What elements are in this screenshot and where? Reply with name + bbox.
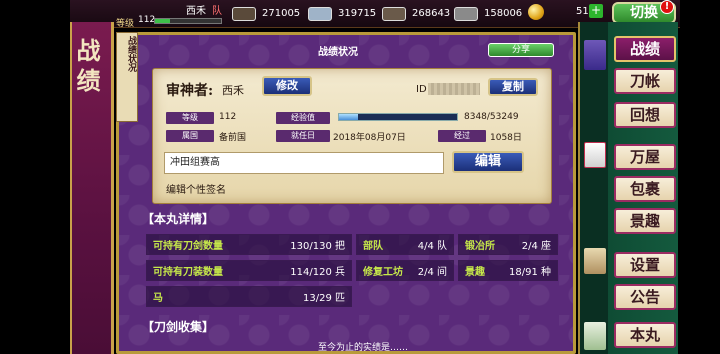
add-coin-button[interactable]: + [589,4,603,18]
exp-field-label: 经验值 [276,112,330,124]
resource-value: 271005 [262,8,301,19]
stat-label: 可持有刀剑数量 [153,241,223,252]
signature-hint: 编辑个性签名 [166,185,226,196]
stat-label: 马 [153,293,163,304]
coin-icon [528,4,544,20]
appointed-field-value: 2018年08月07日 [333,133,406,143]
signature-field[interactable]: 冲田组赛高 [164,152,444,174]
id-value-masked [428,83,480,95]
stat-label: 部队 [363,241,383,252]
alert-badge[interactable]: ! [660,0,674,14]
share-button[interactable]: 分享 [488,43,554,57]
elapsed-field-value: 1058日 [490,133,522,143]
stat-value: 2/4 座 [521,241,551,252]
record-footer-text: 至今为止的实绩是…… [318,343,409,353]
exp-progress-fill [339,114,358,120]
side-banner-label: 战绩 [72,38,101,98]
resource-value: 268643 [412,8,451,19]
level-field-value: 112 [219,112,237,122]
nav-item-sword-registry[interactable]: 刀帐 [614,68,676,94]
collection-heading: 【刀剑收集】 [142,320,215,334]
resource-charcoal: 271005 [232,5,300,22]
resource-value: 319715 [338,8,377,19]
stat-row-forge: 锻冶所 2/4 座 [458,234,558,255]
stat-row-equipment-capacity: 可持有刀装数量 114/120 兵 [146,260,352,281]
elapsed-field-label: 经过 [438,130,486,142]
resource-jade-steel: 158006 [454,5,522,22]
nav-item-record[interactable]: 战绩 [614,36,676,62]
right-nav-icon-stripe [580,22,608,354]
nav-item-announcements[interactable]: 公告 [614,284,676,310]
resource-cooling-water: 319715 [308,5,376,22]
stat-row-scenery: 景趣 18/91 种 [458,260,558,281]
panel-scroll-label: 战绩状况 [126,36,136,72]
stat-label: 景趣 [465,267,485,278]
nav-item-shop[interactable]: 万屋 [614,144,676,170]
nav-item-recollection[interactable]: 回想 [614,102,676,128]
resource-value: 158006 [484,8,523,19]
nav-item-scenery[interactable]: 景趣 [614,208,676,234]
charcoal-icon [232,6,256,21]
jade-steel-icon [454,6,478,21]
stat-value: 130/130 把 [290,241,345,252]
left-letterbox [0,0,68,354]
edit-name-button[interactable]: 修改 [262,76,312,96]
stat-value: 18/91 种 [509,267,551,278]
saniwa-label: 审神者: [166,83,214,99]
stat-label: 锻冶所 [465,241,495,252]
notice-board-icon [584,248,606,274]
details-heading: 【本丸详情】 [142,212,215,226]
level-field-label: 等级 [166,112,214,124]
appointed-field-label: 就任日 [276,130,330,142]
player-tag: 队 [212,6,222,17]
country-field-label: 属国 [166,130,214,142]
whetstone-icon [382,6,406,21]
stat-row-teams: 部队 4/4 队 [356,234,454,255]
castle-icon [584,322,606,350]
stat-value: 2/4 间 [417,267,447,278]
exp-field-value: 8348/53249 [464,112,519,122]
nav-item-inventory[interactable]: 包裹 [614,176,676,202]
copy-id-button[interactable]: 复制 [488,78,538,96]
nav-item-citadel[interactable]: 本丸 [614,322,676,348]
country-field-value: 备前国 [219,133,247,143]
id-label: ID [416,84,427,95]
stat-label: 可持有刀装数量 [153,267,223,278]
stat-row-horses: 马 13/29 匹 [146,286,352,307]
coin-value: 51 [576,6,589,17]
record-book-icon [584,40,606,70]
resource-whetstone: 268643 [382,5,450,22]
edit-signature-button[interactable]: 编辑 [452,151,524,173]
nav-item-settings[interactable]: 设置 [614,252,676,278]
saniwa-name: 西禾 [222,84,244,97]
shop-curtain-icon [584,142,606,168]
level-label: 等级 [116,19,135,29]
stat-row-repair: 修复工坊 2/4 间 [356,260,454,281]
stat-value: 114/120 兵 [290,267,345,278]
panel-title: 战绩状况 [318,47,358,58]
level-value: 112 [138,15,156,25]
stat-label: 修复工坊 [363,267,403,278]
player-name: 西禾 [186,6,206,17]
stat-value: 13/29 匹 [303,293,345,304]
cooling-water-icon [308,6,332,21]
stat-value: 4/4 队 [417,241,447,252]
level-progress-fill [155,19,170,23]
stat-row-sword-capacity: 可持有刀剑数量 130/130 把 [146,234,352,255]
right-letterbox [680,0,720,354]
